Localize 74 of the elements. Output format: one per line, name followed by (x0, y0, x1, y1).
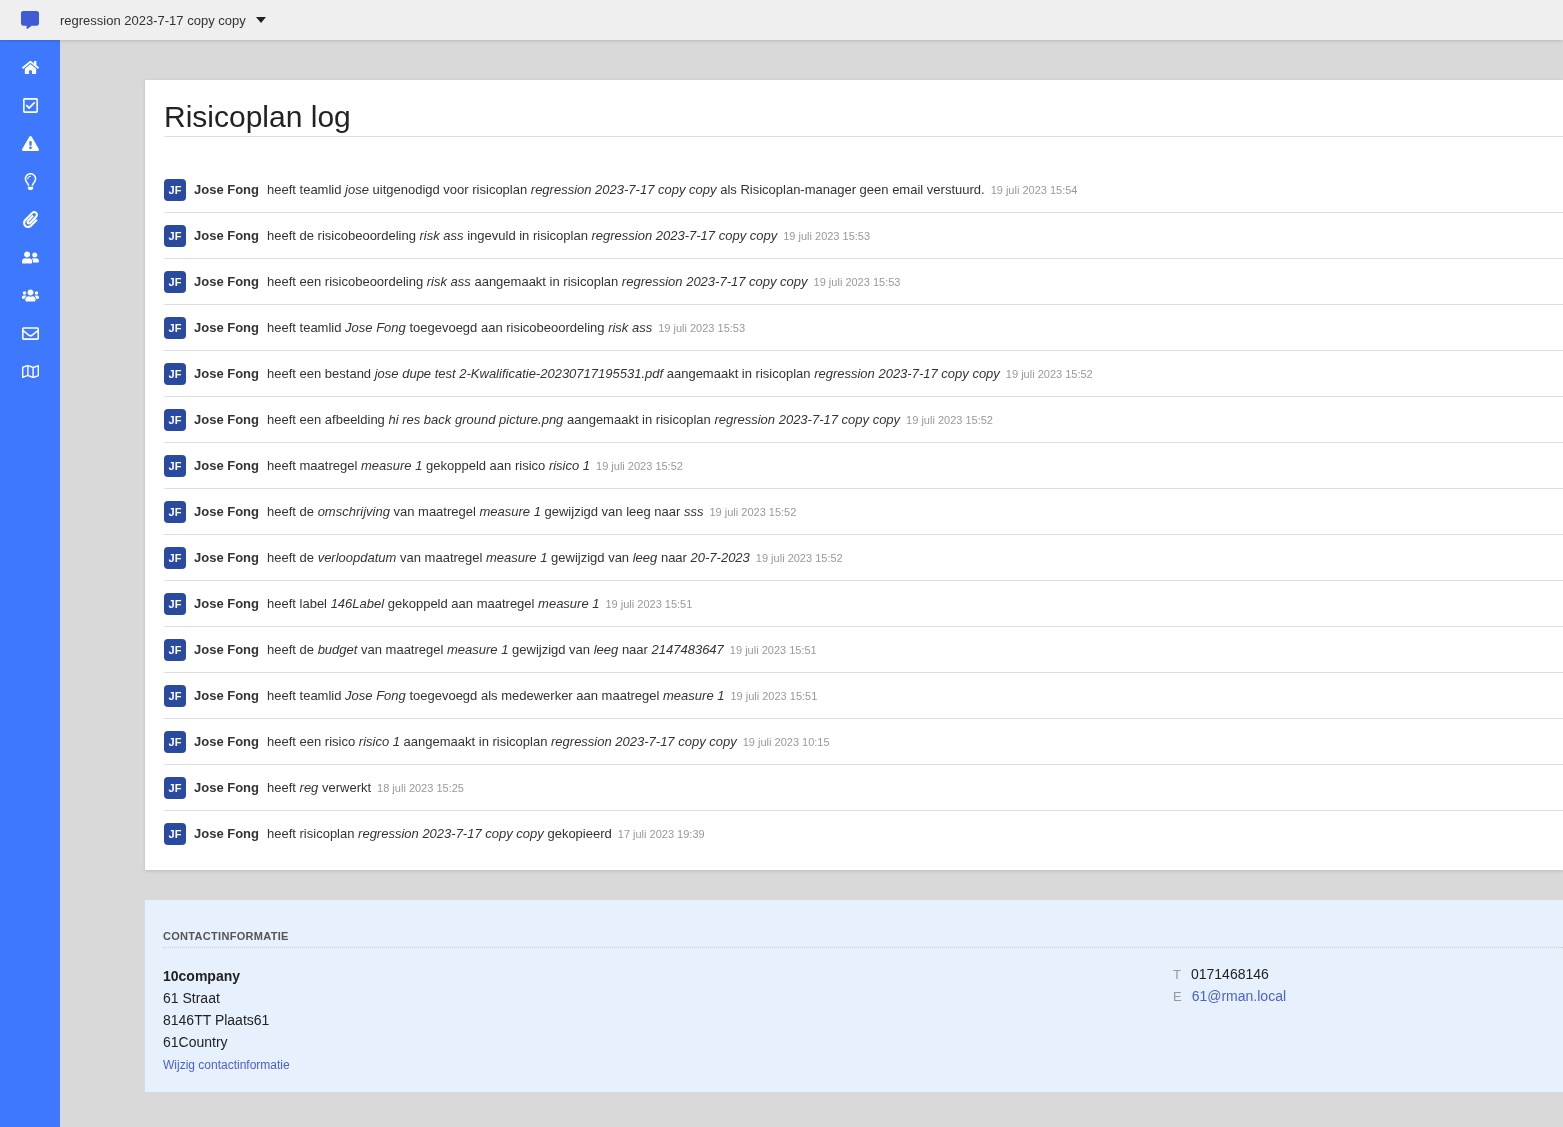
company-name: 10company (163, 968, 242, 984)
user-name: Jose Fong (194, 642, 259, 657)
user-avatar: JF (164, 178, 186, 201)
log-time: 19 juli 2023 15:54 (990, 183, 1078, 196)
user-avatar: JF (164, 408, 186, 431)
user-name: Jose Fong (194, 596, 259, 611)
log-message: heeft label 146Label gekoppeld aan maatregel measure 1 (267, 596, 600, 611)
log-message: heeft de omschrijving van maatregel measure 1 gewijzigd van leeg naar sss (267, 504, 704, 519)
user-name: Jose Fong (194, 412, 259, 427)
logo-icon (21, 11, 39, 29)
user-name: Jose Fong (194, 688, 259, 703)
user-name: Jose Fong (194, 320, 259, 335)
user-name: Jose Fong (194, 274, 259, 289)
user-name: Jose Fong (194, 366, 259, 381)
log-message: heeft een afbeelding hi res back ground picture.png aangemaakt in risicoplan regression 2023-7-17 copy copy (267, 412, 901, 427)
log-message: heeft een risicobeoordeling risk ass aangemaakt in risicoplan regression 2023-7-17 copy copy (267, 274, 808, 289)
caret-icon (255, 17, 266, 23)
log-time: 19 juli 2023 15:52 (1005, 367, 1093, 380)
contact-heading: CONTACTINFORMATIE (163, 930, 1563, 948)
log-time: 19 juli 2023 15:53 (783, 229, 871, 242)
plan-selector[interactable]: regression 2023-7-17 copy copy (60, 12, 266, 28)
user-avatar: JF (164, 270, 186, 293)
log-time: 19 juli 2023 15:51 (729, 643, 817, 656)
address-line: 61 Straat (163, 990, 221, 1006)
log-time: 19 juli 2023 10:15 (742, 735, 830, 748)
log-message: heeft teamlid Jose Fong toegevoegd als medewerker aan maatregel measure 1 (267, 688, 725, 703)
user-name: Jose Fong (194, 228, 259, 243)
log-message: heeft risicoplan regression 2023-7-17 copy copy gekopieerd (267, 826, 612, 841)
log-message: heeft een bestand jose dupe test 2-Kwalificatie-20230717195531.pdf aangemaakt in risicoplan regression 2023-7-17 copy copy (267, 366, 1000, 381)
log-time: 19 juli 2023 15:51 (730, 689, 818, 702)
user-avatar: JF (164, 822, 186, 845)
log-message: heeft reg verwerkt (267, 780, 372, 795)
user-avatar: JF (164, 730, 186, 753)
user-name: Jose Fong (194, 182, 259, 197)
phone-number: 0171468146 (1190, 966, 1269, 982)
log-time: 19 juli 2023 15:53 (813, 275, 901, 288)
user-name: Jose Fong (194, 780, 259, 795)
log-time: 19 juli 2023 15:53 (658, 321, 746, 334)
user-avatar: JF (164, 684, 186, 707)
user-name: Jose Fong (194, 458, 259, 473)
user-avatar: JF (164, 362, 186, 385)
page-title: Risicoplan log (164, 100, 1563, 137)
log-message: heeft teamlid jose uitgenodigd voor risicoplan regression 2023-7-17 copy copy als Risicoplan-manager geen email verstuurd. (267, 182, 985, 197)
user-name: Jose Fong (194, 826, 259, 841)
log-time: 19 juli 2023 15:52 (596, 459, 683, 472)
email-link[interactable]: 61@rman.local (1191, 988, 1287, 1004)
user-name: Jose Fong (194, 504, 259, 519)
log-time: 19 juli 2023 15:51 (605, 597, 693, 610)
address-line: 61Country (163, 1034, 229, 1050)
log-time: 17 juli 2023 19:39 (617, 827, 705, 840)
edit-contact-link[interactable]: Wijzig contactinformatie (163, 1058, 290, 1072)
log-time: 19 juli 2023 15:52 (906, 413, 993, 426)
user-name: Jose Fong (194, 734, 259, 749)
phone-label: T (1173, 967, 1181, 982)
user-avatar: JF (164, 638, 186, 661)
user-avatar: JF (164, 224, 186, 247)
user-avatar: JF (164, 500, 186, 523)
user-avatar: JF (164, 776, 186, 799)
log-message: heeft de budget van maatregel measure 1 gewijzigd van leeg naar 2147483647 (267, 642, 724, 657)
user-avatar: JF (164, 454, 186, 477)
log-message: heeft teamlid Jose Fong toegevoegd aan risicobeoordeling risk ass (267, 320, 653, 335)
user-avatar: JF (164, 592, 186, 615)
log-time: 19 juli 2023 15:52 (755, 551, 843, 564)
user-avatar: JF (164, 546, 186, 569)
user-name: Jose Fong (194, 550, 259, 565)
email-label: E (1173, 989, 1182, 1004)
log-message: heeft de risicobeoordeling risk ass ingevuld in risicoplan regression 2023-7-17 copy copy (267, 228, 778, 243)
log-message: heeft maatregel measure 1 gekoppeld aan risico risico 1 (267, 458, 591, 473)
address-line: 8146TT Plaats61 (163, 1012, 271, 1028)
log-message: heeft een risico risico 1 aangemaakt in risicoplan regression 2023-7-17 copy copy (267, 734, 737, 749)
log-message: heeft de verloopdatum van maatregel measure 1 gewijzigd van leeg naar 20-7-2023 (267, 550, 750, 565)
log-time: 18 juli 2023 15:25 (377, 781, 464, 794)
user-avatar: JF (164, 316, 186, 339)
log-time: 19 juli 2023 15:52 (709, 505, 797, 518)
